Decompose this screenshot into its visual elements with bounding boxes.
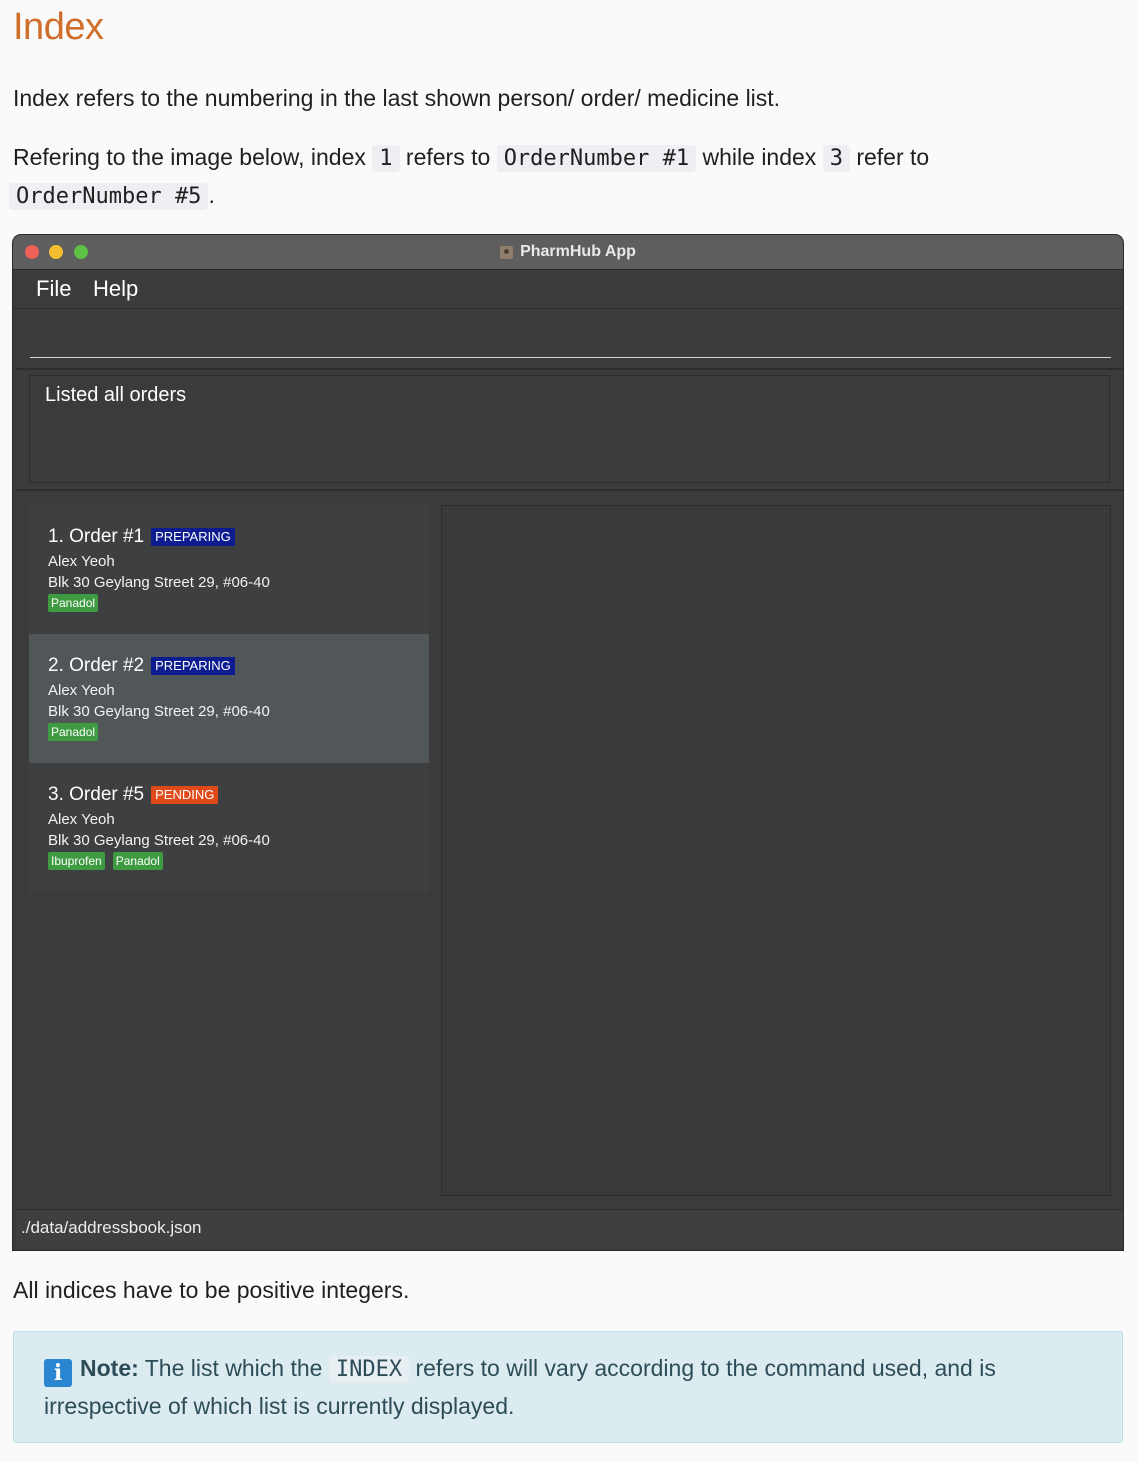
code-index: INDEX: [328, 1356, 410, 1383]
intro-paragraph: Index refers to the numbering in the las…: [13, 85, 781, 111]
app-icon: [500, 245, 514, 259]
result-display: Listed all orders: [29, 375, 1110, 483]
order-number: Order #1: [69, 526, 145, 547]
window-title-text: PharmHub App: [520, 243, 636, 260]
command-box[interactable]: [16, 309, 1123, 367]
customer-name: Alex Yeoh: [48, 682, 115, 699]
divider: [16, 489, 1123, 491]
order-card[interactable]: 3. Order #5 PENDING Alex Yeoh Blk 30 Gey…: [29, 763, 429, 892]
detail-panel: [441, 505, 1111, 1196]
status-bar: ./data/addressbook.json: [16, 1209, 1123, 1248]
data-file-path: ./data/addressbook.json: [21, 1218, 202, 1237]
order-index: 3.: [48, 784, 64, 805]
code-order-number-5: OrderNumber #5: [9, 183, 209, 210]
note-text: i Note: The list which the INDEX refers t…: [44, 1350, 1092, 1425]
menu-help[interactable]: Help: [93, 276, 138, 302]
customer-address: Blk 30 Geylang Street 29, #06-40: [48, 703, 270, 720]
info-icon: i: [44, 1359, 72, 1387]
customer-name: Alex Yeoh: [48, 553, 115, 570]
positive-integers-paragraph: All indices have to be positive integers…: [13, 1277, 410, 1303]
page-title: Index: [13, 6, 104, 48]
example-paragraph: Refering to the image below, index 1 ref…: [9, 139, 1113, 215]
code-order-number-1: OrderNumber #1: [496, 145, 697, 172]
order-number: Order #2: [69, 655, 145, 676]
status-badge: PREPARING: [151, 657, 235, 675]
order-title: 3. Order #5 PENDING: [48, 784, 219, 806]
document: Index Index refers to the numbering in t…: [0, 0, 1138, 1462]
customer-name: Alex Yeoh: [48, 811, 115, 828]
code-index-1: 1: [372, 145, 400, 172]
medicine-tags: Panadol: [48, 723, 99, 741]
order-title: 2. Order #2 PREPARING: [48, 655, 235, 677]
medicine-tag: Ibuprofen: [48, 852, 105, 870]
order-index: 1.: [48, 526, 64, 547]
medicine-tags: Ibuprofen Panadol: [48, 852, 163, 870]
example-text-4: refer to: [849, 144, 930, 170]
customer-address: Blk 30 Geylang Street 29, #06-40: [48, 574, 270, 591]
medicine-tag: Panadol: [48, 594, 99, 612]
app-window: PharmHub App File Help Listed all orders…: [13, 235, 1123, 1250]
medicine-tag: Panadol: [112, 852, 163, 870]
note-text-1: The list which the: [138, 1355, 329, 1381]
command-input-underline: [30, 357, 1111, 358]
customer-address: Blk 30 Geylang Street 29, #06-40: [48, 832, 270, 849]
menu-bar: File Help: [13, 270, 1123, 309]
example-text-2: refers to: [399, 144, 497, 170]
example-text-1: Refering to the image below, index: [13, 144, 373, 170]
order-title: 1. Order #1 PREPARING: [48, 526, 235, 548]
status-badge: PENDING: [151, 786, 219, 804]
order-index: 2.: [48, 655, 64, 676]
status-badge: PREPARING: [151, 528, 235, 546]
title-bar[interactable]: PharmHub App: [13, 235, 1123, 270]
order-card[interactable]: 1. Order #1 PREPARING Alex Yeoh Blk 30 G…: [29, 505, 429, 634]
menu-file[interactable]: File: [36, 276, 71, 302]
note-box: i Note: The list which the INDEX refers t…: [13, 1331, 1123, 1443]
order-list[interactable]: 1. Order #1 PREPARING Alex Yeoh Blk 30 G…: [29, 505, 429, 892]
order-number: Order #5: [69, 784, 145, 805]
code-index-3: 3: [822, 145, 850, 172]
medicine-tag: Panadol: [48, 723, 99, 741]
example-text-5: .: [208, 182, 215, 208]
order-card-selected[interactable]: 2. Order #2 PREPARING Alex Yeoh Blk 30 G…: [29, 634, 429, 763]
note-label: Note:: [80, 1355, 139, 1381]
divider: [16, 368, 1123, 370]
window-title: PharmHub App: [13, 235, 1123, 269]
result-message: Listed all orders: [45, 384, 187, 406]
medicine-tags: Panadol: [48, 594, 99, 612]
example-text-3: while index: [696, 144, 823, 170]
